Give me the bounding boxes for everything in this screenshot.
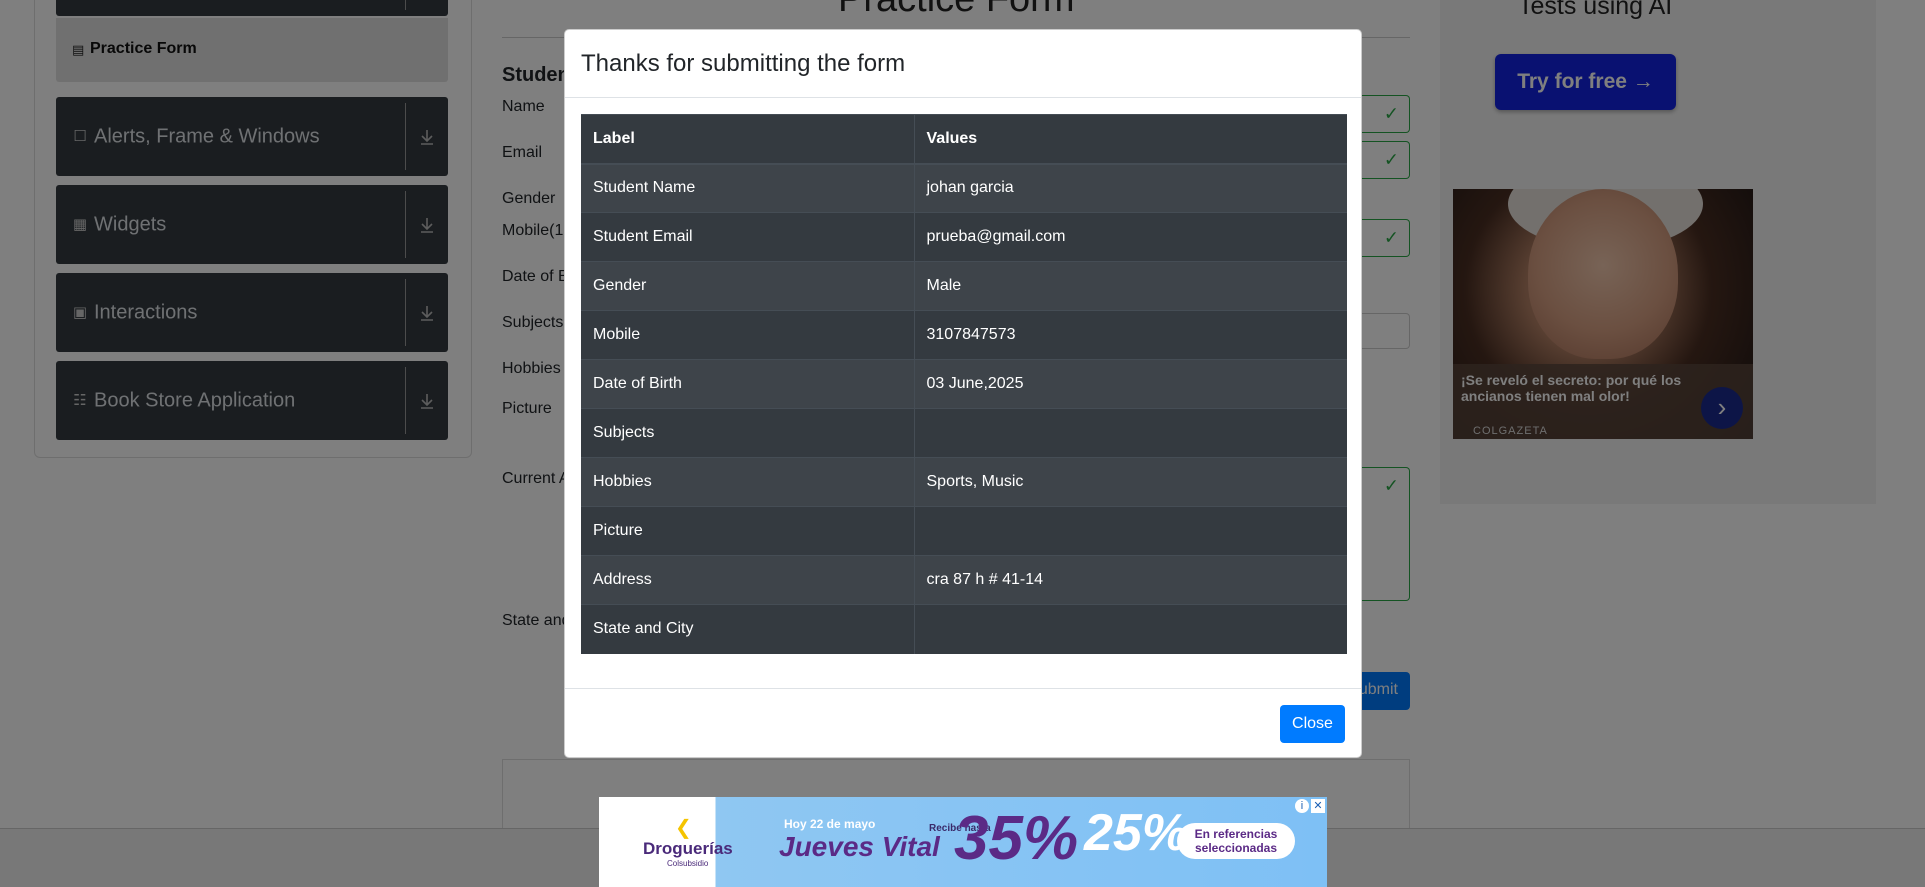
row-label: Student Email <box>581 212 915 262</box>
row-value: Sports, Music <box>914 457 1347 507</box>
row-value: 3107847573 <box>914 310 1347 360</box>
row-label: Picture <box>581 506 915 556</box>
row-label: State and City <box>581 604 915 654</box>
modal-footer: Close <box>565 688 1361 759</box>
column-header: Label <box>581 114 915 165</box>
table-row: State and City <box>581 604 1347 654</box>
table-row: Gender Male <box>581 261 1347 311</box>
table-row: Student Name johan garcia <box>581 163 1347 213</box>
row-value: 03 June,2025 <box>914 359 1347 409</box>
brand-logo-icon: ❮ <box>675 817 692 839</box>
close-icon[interactable]: ✕ <box>1311 799 1325 813</box>
banner-brand: Droguerías <box>643 839 733 858</box>
banner-discount-2: 25% <box>1084 804 1189 862</box>
modal-header: Thanks for submitting the form <box>565 30 1361 98</box>
banner-ad[interactable]: ❮ Droguerías Colsubsidio Hoy 22 de mayo … <box>599 797 1327 887</box>
table-row: Address cra 87 h # 41-14 <box>581 555 1347 605</box>
info-icon[interactable]: i <box>1295 799 1309 813</box>
row-value: cra 87 h # 41-14 <box>914 555 1347 605</box>
table-row: Date of Birth 03 June,2025 <box>581 359 1347 409</box>
table-row: Student Email prueba@gmail.com <box>581 212 1347 262</box>
table-header-row: Label Values <box>581 114 1347 165</box>
banner-pill: En referencias seleccionadas <box>1177 823 1295 859</box>
row-value: Male <box>914 261 1347 311</box>
table-row: Picture <box>581 506 1347 556</box>
row-label: Address <box>581 555 915 605</box>
row-value <box>914 408 1347 458</box>
row-label: Student Name <box>581 163 915 213</box>
row-label: Subjects <box>581 408 915 458</box>
banner-discount-1: 35% <box>954 804 1079 873</box>
banner-day: Jueves Vital <box>779 831 940 862</box>
close-button[interactable]: Close <box>1280 705 1345 743</box>
table-row: Mobile 3107847573 <box>581 310 1347 360</box>
banner-brand-sub: Colsubsidio <box>667 859 709 868</box>
banner-date: Hoy 22 de mayo <box>784 817 876 831</box>
modal-body: Label Values Student Name johan garcia St… <box>581 114 1347 654</box>
submission-modal: Thanks for submitting the form Label Val… <box>564 29 1362 758</box>
modal-title: Thanks for submitting the form <box>581 50 906 77</box>
row-value: prueba@gmail.com <box>914 212 1347 262</box>
row-value: johan garcia <box>914 163 1347 213</box>
row-label: Hobbies <box>581 457 915 507</box>
row-value <box>914 604 1347 654</box>
column-header: Values <box>914 114 1347 165</box>
result-table: Label Values Student Name johan garcia St… <box>581 114 1347 654</box>
row-label: Gender <box>581 261 915 311</box>
table-row: Hobbies Sports, Music <box>581 457 1347 507</box>
row-label: Mobile <box>581 310 915 360</box>
table-row: Subjects <box>581 408 1347 458</box>
row-label: Date of Birth <box>581 359 915 409</box>
row-value <box>914 506 1347 556</box>
